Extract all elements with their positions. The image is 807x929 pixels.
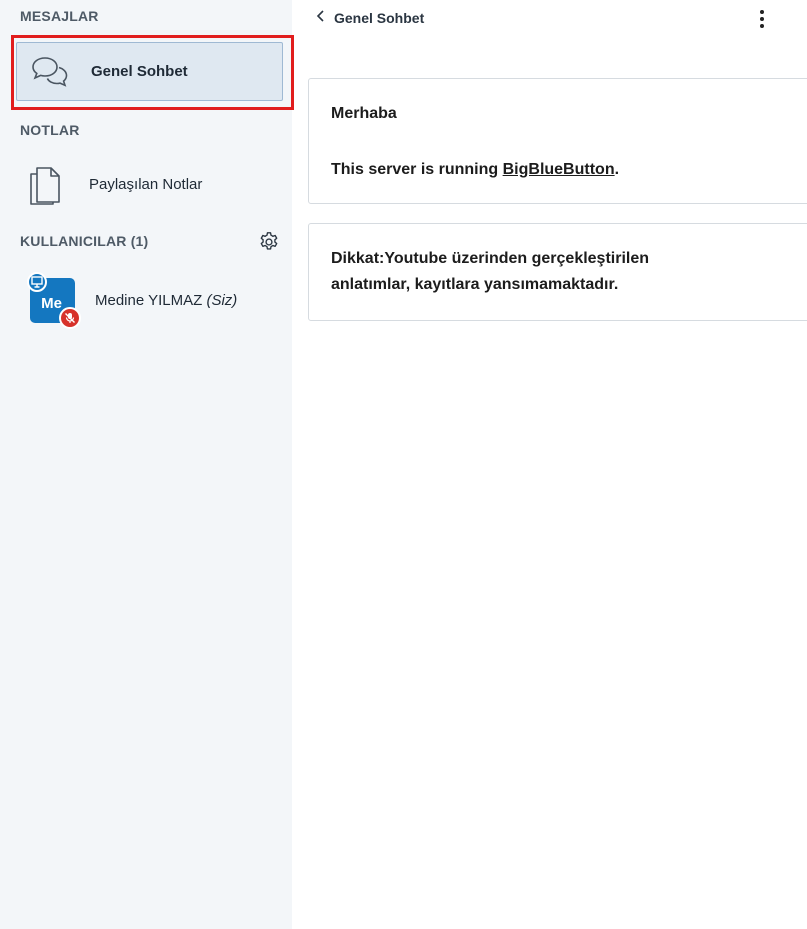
shared-notes-label: Paylaşılan Notlar bbox=[89, 176, 203, 193]
chat-options-kebab-icon[interactable] bbox=[754, 6, 770, 32]
shared-notes-item[interactable]: Paylaşılan Notlar bbox=[16, 160, 283, 212]
messages-section-title: MESAJLAR bbox=[20, 8, 99, 24]
welcome-message: Merhaba This server is running BigBlueBu… bbox=[308, 78, 807, 204]
public-chat-label: Genel Sohbet bbox=[91, 63, 188, 80]
notes-document-icon bbox=[28, 166, 62, 206]
bigbluebutton-link[interactable]: BigBlueButton bbox=[503, 161, 615, 178]
user-list-sidebar: MESAJLAR Genel Sohbet NOTLAR Paylaşılan … bbox=[0, 0, 294, 929]
user-list-item[interactable]: Me Medine YILMAZ (Siz) bbox=[16, 270, 283, 332]
notice-line-2: anlatımlar, kayıtlara yansımamaktadır. bbox=[331, 272, 801, 298]
notice-line-2-bold: yansımamaktadır. bbox=[483, 276, 619, 293]
chat-bubbles-icon bbox=[31, 55, 71, 89]
welcome-suffix: . bbox=[614, 161, 620, 178]
notice-line-1: Dikkat:Youtube üzerinden gerçekleştirile… bbox=[331, 246, 801, 272]
app-window: MESAJLAR Genel Sohbet NOTLAR Paylaşılan … bbox=[0, 0, 807, 929]
notice-label: Dikkat: bbox=[331, 250, 385, 267]
user-name-text: Medine YILMAZ bbox=[95, 292, 203, 309]
user-name: Medine YILMAZ (Siz) bbox=[95, 292, 237, 309]
presenter-icon bbox=[27, 272, 47, 292]
notice-line-1-rest: Youtube üzerinden gerçekleştirilen bbox=[384, 250, 650, 267]
welcome-title: Merhaba bbox=[331, 105, 397, 122]
notice-message: Dikkat:Youtube üzerinden gerçekleştirile… bbox=[308, 223, 807, 321]
public-chat-item[interactable]: Genel Sohbet bbox=[16, 42, 283, 101]
microphone-muted-icon bbox=[59, 307, 81, 329]
avatar-initials: Me bbox=[41, 294, 62, 312]
notes-section-title: NOTLAR bbox=[20, 122, 80, 138]
gear-icon[interactable] bbox=[258, 231, 280, 253]
notice-text: Dikkat:Youtube üzerinden gerçekleştirile… bbox=[331, 246, 801, 298]
you-label: (Siz) bbox=[206, 292, 238, 309]
notice-line-2-prefix: anlatımlar, kayıtlara bbox=[331, 276, 484, 293]
users-section-title: KULLANICILAR (1) bbox=[20, 233, 149, 249]
avatar: Me bbox=[27, 272, 81, 329]
hide-chat-button[interactable]: Genel Sohbet bbox=[316, 6, 424, 30]
chat-title: Genel Sohbet bbox=[334, 10, 425, 26]
welcome-prefix: This server is running bbox=[331, 161, 503, 178]
chat-header: Genel Sohbet bbox=[292, 0, 807, 38]
chevron-left-icon bbox=[316, 9, 326, 28]
welcome-text: This server is running BigBlueButton. bbox=[331, 157, 619, 183]
